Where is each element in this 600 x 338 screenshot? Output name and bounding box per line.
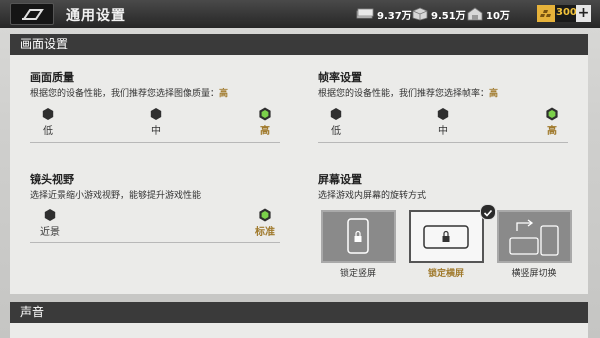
- framerate-desc: 根据您的设备性能，我们推荐您选择帧率：高: [318, 86, 498, 99]
- screen-mode-auto-rotate[interactable]: [497, 210, 572, 263]
- warehouse-value: 10万: [486, 10, 510, 22]
- screen-title: 屏幕设置: [318, 173, 362, 186]
- framerate-divider: [318, 142, 568, 143]
- supply-value: 9.51万: [431, 10, 466, 22]
- graphics-section-header: 画面设置: [10, 34, 588, 55]
- landscape-lock-icon: [423, 225, 469, 249]
- quality-option-medium-label: 中: [151, 126, 161, 137]
- framerate-option-medium-label: 中: [438, 126, 448, 137]
- hexagon-icon: [330, 108, 342, 120]
- screen-mode-landscape-lock[interactable]: [409, 210, 484, 263]
- fov-desc: 选择近景缩小游戏视野，能够提升游戏性能: [30, 191, 202, 201]
- back-button[interactable]: [10, 3, 54, 25]
- cash-value: 9.37万: [377, 10, 412, 22]
- screen-mode-portrait-lock[interactable]: [321, 210, 396, 263]
- graphics-settings-panel: 画面设置 画面质量 根据您的设备性能，我们推荐您选择图像质量：高 低 中 高 帧…: [10, 34, 588, 294]
- quality-option-high-label: 高: [260, 126, 270, 137]
- quality-option-high[interactable]: 高: [250, 107, 280, 137]
- quality-recommended: 高: [219, 89, 229, 99]
- hexagon-icon: [42, 108, 54, 120]
- hexagon-icon: [437, 108, 449, 120]
- auto-rotate-icon: [509, 219, 559, 256]
- framerate-title: 帧率设置: [318, 71, 362, 84]
- screen-desc: 选择游戏内屏幕的旋转方式: [318, 191, 427, 201]
- supply-resource[interactable]: 9.51万: [412, 6, 466, 22]
- gold-resource[interactable]: 300 +: [537, 5, 591, 22]
- hexagon-icon: [44, 209, 56, 221]
- cash-resource[interactable]: 9.37万: [356, 6, 412, 22]
- top-bar: 通用设置 9.37万 9.51万 10万 300 +: [0, 0, 600, 28]
- page-title: 通用设置: [66, 8, 126, 24]
- gold-value: 300: [556, 7, 577, 18]
- framerate-option-high[interactable]: 高: [537, 107, 567, 137]
- fov-divider: [30, 242, 280, 243]
- framerate-option-medium[interactable]: 中: [428, 107, 458, 137]
- portrait-lock-label: 锁定竖屏: [339, 269, 376, 279]
- quality-option-medium[interactable]: 中: [141, 107, 171, 137]
- framerate-option-high-label: 高: [547, 126, 557, 137]
- portrait-lock-icon: [347, 218, 369, 254]
- quality-option-low[interactable]: 低: [33, 107, 63, 137]
- cash-stack-icon: [356, 8, 374, 19]
- hexagon-icon: [150, 108, 162, 120]
- sound-settings-panel: 声音: [10, 302, 588, 338]
- quality-title: 画面质量: [30, 71, 74, 84]
- landscape-lock-label: 锁定横屏: [427, 269, 464, 279]
- framerate-recommended: 高: [489, 89, 499, 99]
- back-arrow-icon: [22, 9, 44, 20]
- quality-divider: [30, 142, 280, 143]
- fov-option-standard-label: 标准: [255, 227, 275, 238]
- fov-title: 镜头视野: [30, 173, 74, 186]
- quality-desc-text: 根据您的设备性能，我们推荐您选择图像质量：: [30, 89, 220, 99]
- hexagon-selected-icon: [546, 107, 558, 121]
- framerate-option-low-label: 低: [331, 126, 341, 137]
- auto-rotate-label: 横竖屏切换: [511, 269, 557, 279]
- fov-option-standard[interactable]: 标准: [248, 208, 282, 238]
- fov-option-near[interactable]: 近景: [33, 208, 67, 238]
- add-gold-button[interactable]: +: [576, 5, 591, 22]
- warehouse-resource[interactable]: 10万: [467, 6, 510, 22]
- selected-check-icon: [480, 204, 496, 220]
- hexagon-selected-icon: [259, 107, 271, 121]
- quality-option-low-label: 低: [43, 126, 53, 137]
- sound-section-header: 声音: [10, 302, 588, 323]
- supply-crate-icon: [412, 7, 428, 21]
- framerate-desc-text: 根据您的设备性能，我们推荐您选择帧率：: [318, 89, 490, 99]
- framerate-option-low[interactable]: 低: [321, 107, 351, 137]
- quality-desc: 根据您的设备性能，我们推荐您选择图像质量：高: [30, 86, 228, 99]
- fov-option-near-label: 近景: [40, 227, 60, 238]
- warehouse-icon: [467, 7, 483, 21]
- hexagon-selected-icon: [259, 208, 271, 222]
- gold-bars-icon: [537, 5, 555, 22]
